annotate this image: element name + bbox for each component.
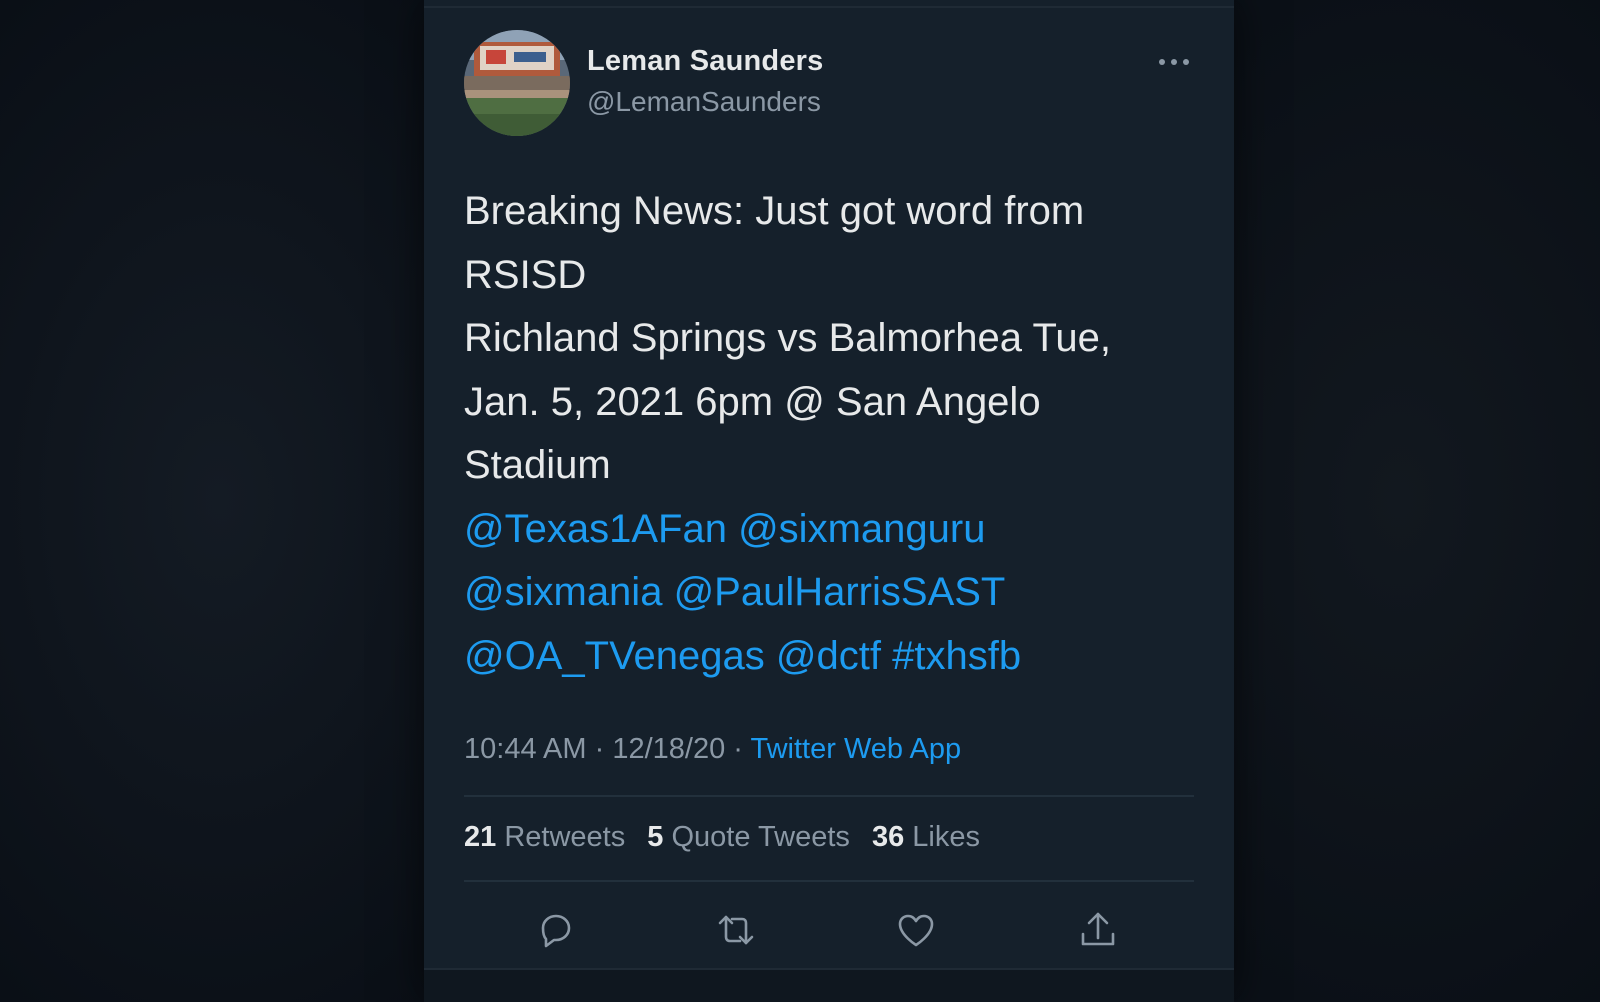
tweet-text-line: Jan. 5, 2021 6pm @ San Angelo <box>464 379 1041 424</box>
divider <box>464 880 1194 882</box>
more-options-icon[interactable] <box>1154 44 1194 80</box>
retweets-stat[interactable]: 21 Retweets <box>464 821 625 854</box>
mention-line: @sixmania @PaulHarrisSAST <box>464 561 1184 625</box>
mention-line: @OA_TVenegas @dctf #txhsfb <box>464 625 1184 689</box>
avatar[interactable] <box>464 30 570 136</box>
meta-separator: · <box>594 733 605 765</box>
quote-tweets-stat[interactable]: 5 Quote Tweets <box>647 821 850 854</box>
quote-tweets-count: 5 <box>647 821 664 853</box>
reply-icon[interactable] <box>534 908 578 952</box>
hashtag-link[interactable]: #txhsfb <box>892 634 1021 678</box>
retweets-label: Retweets <box>504 821 626 853</box>
quote-tweets-label: Quote Tweets <box>671 821 850 853</box>
tweet-text-line: Richland Springs vs Balmorhea Tue, <box>464 316 1111 360</box>
tweet-text-line: RSISD <box>464 252 587 297</box>
meta-separator: · <box>733 733 743 765</box>
share-icon[interactable] <box>1076 908 1120 952</box>
mention-link[interactable]: @Texas1AFan <box>464 507 727 551</box>
retweets-count: 21 <box>464 821 497 853</box>
author-name[interactable]: Leman Saunders <box>587 45 824 78</box>
mention-link[interactable]: @OA_TVenegas <box>464 634 765 678</box>
likes-count: 36 <box>871 821 905 853</box>
tweet-source-link[interactable]: Twitter Web App <box>751 733 962 765</box>
tweet-date[interactable]: 12/18/20 <box>612 733 725 765</box>
likes-label: Likes <box>912 821 980 853</box>
card-bottom-band <box>424 968 1234 1002</box>
tweet-text-line: Breaking News: Just got word from <box>464 189 1085 233</box>
mention-line: @Texas1AFan @sixmanguru <box>464 498 1184 562</box>
tweet-text: Breaking News: Just got word from RSISD … <box>464 180 1184 688</box>
mention-link[interactable]: @PaulHarrisSAST <box>674 570 1006 614</box>
tweet-text-line: Stadium <box>464 443 611 487</box>
retweet-icon[interactable] <box>714 908 758 952</box>
tweet-meta: 10:44 AM · 12/18/20 · Twitter Web App <box>464 733 961 766</box>
avatar-image <box>464 30 570 136</box>
top-divider <box>424 6 1234 8</box>
mention-link[interactable]: @dctf <box>776 634 881 678</box>
author-handle[interactable]: @LemanSaunders <box>587 86 821 118</box>
likes-stat[interactable]: 36 Likes <box>872 821 980 854</box>
divider <box>464 795 1194 797</box>
tweet-card: Leman Saunders @LemanSaunders Breaking N… <box>424 0 1234 1002</box>
mention-link[interactable]: @sixmanguru <box>738 507 985 551</box>
tweet-time[interactable]: 10:44 AM <box>464 733 587 765</box>
like-icon[interactable] <box>894 908 938 952</box>
tweet-stats: 21 Retweets 5 Quote Tweets 36 Likes <box>464 821 994 854</box>
mention-link[interactable]: @sixmania <box>464 570 662 614</box>
action-bar <box>424 900 1234 960</box>
